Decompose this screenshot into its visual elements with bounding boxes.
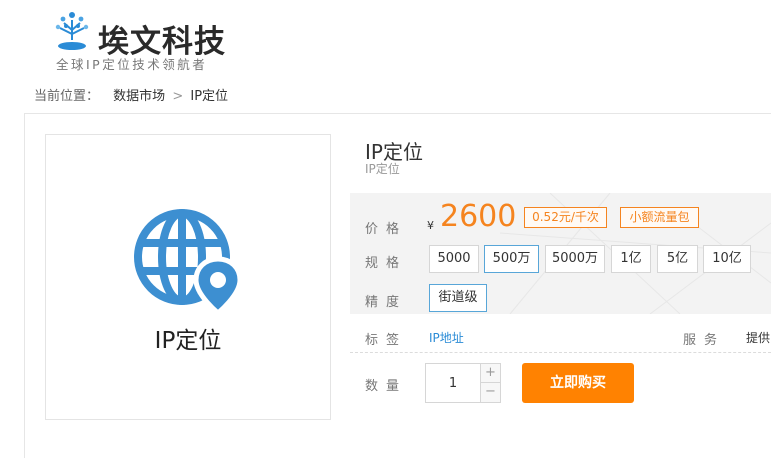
brand-logo[interactable]: 埃文科技 全球IP定位技术领航者: [52, 8, 252, 72]
quantity-label: 数量: [365, 379, 408, 394]
brand-tagline: 全球IP定位技术领航者: [56, 57, 208, 72]
spec-option-5000w[interactable]: 5000万: [545, 245, 605, 273]
promo-tag: 小额流量包: [620, 207, 699, 228]
spec-label: 规格: [365, 256, 408, 271]
product-subtitle: IP定位: [365, 162, 400, 176]
spec-option-5000[interactable]: 5000: [429, 245, 479, 273]
spec-option-10yi[interactable]: 10亿: [703, 245, 751, 273]
tree-person-icon: [55, 12, 89, 50]
product-image: IP定位: [45, 134, 331, 420]
buy-now-button[interactable]: 立即购买: [522, 363, 634, 403]
divider: [350, 352, 771, 353]
spec-option-500w[interactable]: 500万: [484, 245, 539, 273]
price-label: 价格: [365, 222, 408, 237]
quantity-input[interactable]: [426, 364, 480, 402]
breadcrumb-label: 当前位置：: [34, 89, 100, 104]
breadcrumb-item-market[interactable]: 数据市场: [113, 89, 165, 104]
service-value: 提供: [746, 331, 771, 345]
spec-option-5yi[interactable]: 5亿: [657, 245, 698, 273]
quantity-increment-button[interactable]: +: [480, 364, 500, 383]
unit-price-tag: 0.52元/千次: [524, 207, 607, 228]
product-image-caption: IP定位: [154, 328, 222, 354]
tags-label: 标签: [365, 333, 408, 348]
currency-symbol: ¥: [427, 219, 434, 232]
price-value: 2600: [440, 199, 517, 234]
quantity-stepper: + −: [425, 363, 501, 403]
quantity-decrement-button[interactable]: −: [480, 383, 500, 402]
spec-option-1yi[interactable]: 1亿: [611, 245, 651, 273]
precision-option-street[interactable]: 街道级: [429, 284, 487, 312]
service-label: 服务: [683, 333, 726, 348]
tag-ip-address[interactable]: IP地址: [429, 329, 464, 346]
globe-location-icon: [134, 209, 243, 317]
breadcrumb-item-current: IP定位: [190, 89, 229, 104]
precision-label: 精度: [365, 295, 408, 310]
breadcrumb-separator: >: [172, 89, 184, 104]
breadcrumb: 当前位置： 数据市场 > IP定位: [34, 85, 228, 104]
